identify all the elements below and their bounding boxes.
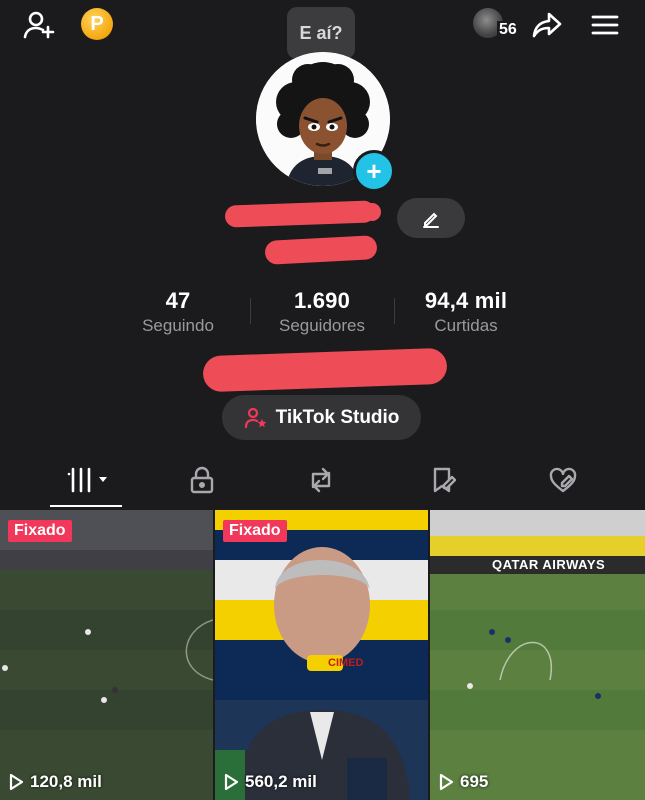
repost-icon: [311, 467, 331, 493]
video-thumbnail-image: [0, 510, 213, 800]
stat-followers[interactable]: 1.690 Seguidores: [262, 288, 382, 336]
stat-following[interactable]: 47 Seguindo: [128, 288, 228, 336]
pencil-icon: [423, 212, 439, 228]
redacted-username-dot: [363, 203, 381, 221]
stat-followers-value: 1.690: [293, 288, 351, 313]
studio-person-icon: [244, 407, 266, 428]
stat-following-label: Seguindo: [142, 316, 214, 335]
video-thumbnail-image: [215, 510, 428, 800]
play-icon: [224, 773, 239, 791]
view-count: 120,8 mil: [8, 772, 102, 792]
menu-icon[interactable]: [588, 8, 622, 42]
friends-count: 56: [497, 21, 519, 39]
view-count: 695: [438, 772, 488, 792]
tab-favorites[interactable]: [424, 463, 462, 497]
coin-points-icon[interactable]: P: [81, 8, 113, 40]
profile-stats: 47 Seguindo 1.690 Seguidores 94,4 mil Cu…: [0, 288, 645, 348]
stat-divider: [250, 298, 251, 324]
video-thumbnail-image: [430, 510, 645, 800]
heart-icon: [549, 467, 577, 493]
tab-liked[interactable]: [544, 463, 582, 497]
redacted-bio: [202, 347, 448, 393]
mic-brand-text: CIMED: [328, 657, 364, 669]
friends-indicator[interactable]: 56: [471, 6, 531, 42]
pinned-badge: Fixado: [223, 520, 287, 542]
video-thumbnail[interactable]: Fixado 120,8 mil: [0, 510, 213, 800]
play-icon: [9, 773, 24, 791]
lock-icon: [190, 466, 214, 494]
stat-likes[interactable]: 94,4 mil Curtidas: [406, 288, 526, 336]
profile-screen: P E aí? 56 + 47 Seguindo 1.690 Seguidore…: [0, 0, 645, 800]
tab-private[interactable]: [184, 463, 220, 497]
video-thumbnail[interactable]: QATAR AIRWAYS 695: [430, 510, 645, 800]
view-count-text: 120,8 mil: [30, 772, 102, 791]
edit-profile-button[interactable]: [397, 198, 465, 238]
play-icon: [439, 773, 454, 791]
stadium-banner-text: QATAR AIRWAYS: [492, 557, 606, 572]
tab-videos[interactable]: [60, 463, 116, 497]
video-grid: Fixado 120,8 mil Fixado CIMED 560,2 mil …: [0, 510, 645, 800]
redacted-display-name: [264, 235, 378, 265]
stat-following-value: 47: [165, 288, 191, 313]
tab-reposts[interactable]: [302, 463, 340, 497]
share-icon[interactable]: [530, 8, 564, 42]
grid-icon: [67, 467, 107, 493]
bookmark-icon: [433, 467, 457, 493]
view-count: 560,2 mil: [223, 772, 317, 792]
add-friend-icon[interactable]: [22, 8, 56, 42]
content-tabs: [0, 455, 645, 507]
pinned-badge: Fixado: [8, 520, 72, 542]
view-count-text: 695: [460, 772, 489, 791]
active-tab-indicator: [50, 505, 122, 507]
tiktok-studio-button[interactable]: TikTok Studio: [222, 395, 421, 440]
tiktok-studio-label: TikTok Studio: [275, 406, 400, 428]
redacted-username: [224, 200, 376, 228]
stat-likes-label: Curtidas: [434, 316, 498, 335]
stat-likes-value: 94,4 mil: [424, 288, 508, 313]
stat-followers-label: Seguidores: [278, 316, 365, 335]
stat-divider: [394, 298, 395, 324]
points-badge-letter: P: [90, 12, 104, 35]
video-thumbnail[interactable]: Fixado CIMED 560,2 mil: [215, 510, 428, 800]
status-bubble-text: E aí?: [299, 22, 343, 43]
add-story-button[interactable]: +: [353, 150, 395, 192]
view-count-text: 560,2 mil: [245, 772, 317, 791]
